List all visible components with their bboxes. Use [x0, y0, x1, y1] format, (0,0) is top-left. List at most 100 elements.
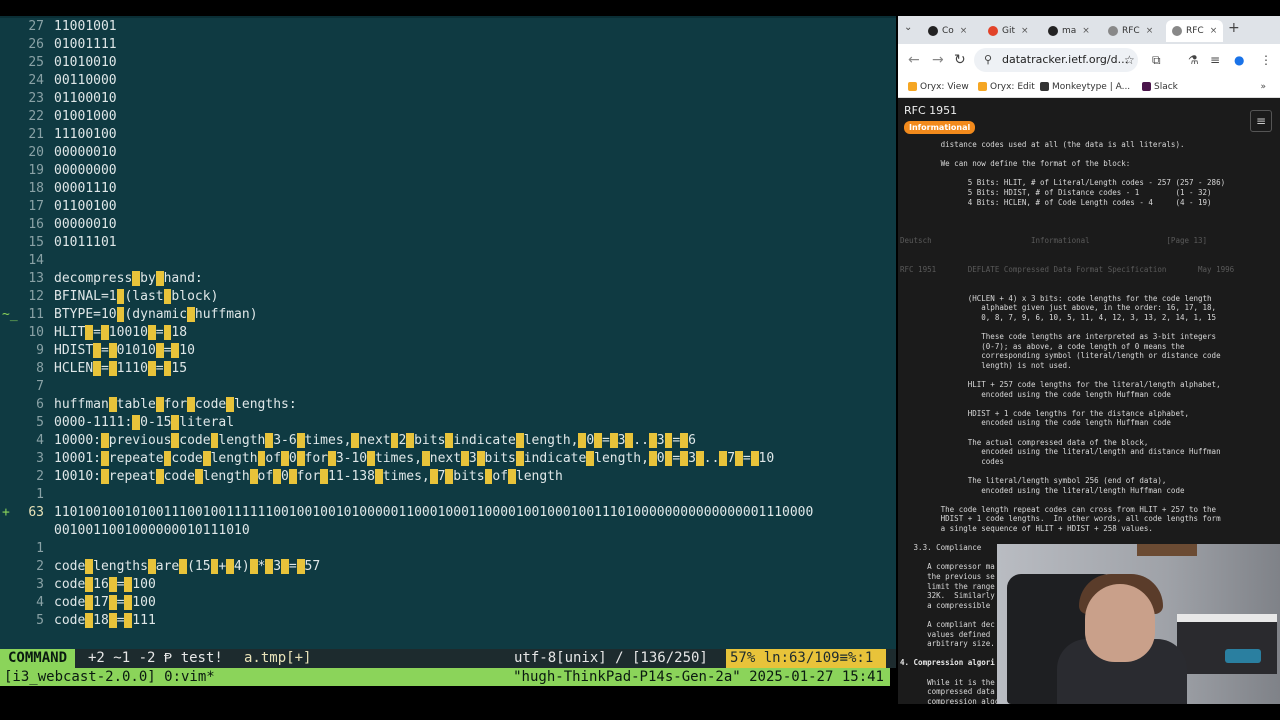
rfc-line: RFC 1951 DEFLATE Compressed Data Format …	[900, 264, 1235, 274]
line-number: 25	[28, 55, 44, 70]
tab-close-icon[interactable]: ×	[1146, 26, 1154, 36]
tab-close-icon[interactable]: ×	[960, 26, 968, 36]
reload-icon[interactable]: ↻	[954, 52, 966, 68]
line-number: 6	[36, 397, 44, 412]
vim-line[interactable]: 12 BFINAL=1 (last block)	[0, 288, 896, 306]
vim-line[interactable]: 17 01100100	[0, 198, 896, 216]
bookmark-item[interactable]: Oryx: View	[908, 76, 969, 98]
rfc-line: encoded using the code length Huffman co…	[900, 418, 1171, 428]
browser-tab[interactable]: Co ×	[928, 20, 967, 42]
vim-editor[interactable]: 27 11001001 26 01001111 25 01010010 24 00110000…	[0, 16, 896, 668]
vim-line[interactable]: 10 HLIT = 10010 = 18	[0, 324, 896, 342]
vim-line[interactable]: 4 code 17 = 100	[0, 594, 896, 612]
browser-tab[interactable]: RFC ×	[1108, 20, 1153, 42]
vim-line[interactable]: 25 01010010	[0, 54, 896, 72]
tab-close-icon[interactable]: ×	[1082, 26, 1090, 36]
line-text: 01001111	[54, 37, 117, 52]
vim-line[interactable]: 8 HCLEN = 1110 = 15	[0, 360, 896, 378]
line-number: 14	[28, 253, 44, 268]
back-icon[interactable]: ←	[908, 52, 920, 68]
vim-line[interactable]: 6 huffman table for code lengths:	[0, 396, 896, 414]
line-text: huffman table for code lengths:	[54, 397, 297, 412]
rfc-line: distance codes used at all (the data is …	[900, 140, 1185, 149]
vim-line[interactable]: 14	[0, 252, 896, 270]
media-icon[interactable]: ≡	[1210, 53, 1220, 67]
vim-line[interactable]: 13 decompress by hand:	[0, 270, 896, 288]
rfc-line: A compliant dec	[900, 620, 995, 629]
rfc-line: HDIST + 1 code lengths for the distance …	[900, 408, 1189, 418]
vim-line[interactable]: 0010011001000000010111010	[0, 522, 896, 540]
bookmark-label: Monkeytype | A...	[1052, 82, 1131, 92]
vim-line[interactable]: 1	[0, 540, 896, 558]
vim-line[interactable]: 21 11100100	[0, 126, 896, 144]
rfc-line: compression algori	[900, 696, 1009, 704]
vim-line[interactable]: 5 0000-1111: 0-15 literal	[0, 414, 896, 432]
vim-line[interactable]: 20 00000010	[0, 144, 896, 162]
more-bookmarks-icon[interactable]: »	[1260, 76, 1266, 98]
bookmark-item[interactable]: Slack	[1142, 76, 1178, 98]
git-sign: ~_	[2, 307, 18, 322]
bookmark-label: Slack	[1154, 82, 1178, 92]
lab-icon[interactable]: ⚗	[1188, 53, 1199, 67]
vim-line[interactable]: 2 code lengths are (15 + 4) * 3 = 57	[0, 558, 896, 576]
line-text: code 17 = 100	[54, 595, 156, 610]
vim-line[interactable]: 15 01011101	[0, 234, 896, 252]
address-bar[interactable]: datatracker.ietf.org/d...	[974, 48, 1138, 72]
vim-line[interactable]: 9 HDIST = 01010 = 10	[0, 342, 896, 360]
webcam-stool	[1225, 649, 1261, 663]
vim-line[interactable]: 23 01100010	[0, 90, 896, 108]
i3-status-bar: [i3_webcast-2.0.0] 0:vim* "hugh-ThinkPad…	[0, 668, 890, 686]
webcam-piano	[1177, 614, 1277, 674]
git-sign: +	[2, 505, 10, 520]
vim-line[interactable]: 2 10010: repeat code length of 0 for 11-1…	[0, 468, 896, 486]
bookmark-item[interactable]: Oryx: Edit	[978, 76, 1035, 98]
vim-line[interactable]: 16 00000010	[0, 216, 896, 234]
vim-line[interactable]: 3 code 16 = 100	[0, 576, 896, 594]
browser-tab[interactable]: Git ×	[988, 20, 1029, 42]
browser-tab[interactable]: ma ×	[1048, 20, 1090, 42]
rfc-line: arbitrary size.	[900, 639, 995, 649]
profile-icon[interactable]: ●	[1234, 53, 1244, 67]
i3-workspace[interactable]: [i3_webcast-2.0.0] 0:vim*	[4, 668, 215, 686]
browser-toolbar: ← → ↻ datatracker.ietf.org/d... ⚲ ☆ ⧉ ⚗ …	[898, 44, 1280, 76]
vim-line[interactable]: 19 00000000	[0, 162, 896, 180]
tab-favicon-icon	[1048, 25, 1058, 36]
vim-line[interactable]: 18 00001110	[0, 180, 896, 198]
line-number: 7	[36, 379, 44, 394]
vim-line[interactable]: +63 1101001001010011100100111111001001001…	[0, 504, 896, 522]
tab-label: RFC	[1122, 26, 1140, 36]
bookmark-item[interactable]: Monkeytype | A...	[1040, 76, 1130, 98]
vim-line[interactable]: 27 11001001	[0, 18, 896, 36]
hamburger-menu-icon[interactable]: ≡	[1250, 110, 1272, 132]
extensions-icon[interactable]: ⧉	[1152, 53, 1161, 68]
forward-icon[interactable]: →	[932, 52, 944, 68]
vim-line[interactable]: 4 10000: previous code length 3-6 times, …	[0, 432, 896, 450]
rfc-line: 0, 8, 7, 9, 6, 10, 5, 11, 4, 12, 3, 13, …	[900, 312, 1217, 322]
vim-line[interactable]: 24 00110000	[0, 72, 896, 90]
vim-line[interactable]: 1	[0, 486, 896, 504]
rfc-line: 4 Bits: HCLEN, # of Code Length codes - …	[900, 197, 1212, 207]
vim-line[interactable]: 3 10001: repeate code length of 0 for 3-1…	[0, 450, 896, 468]
tab-close-icon[interactable]: ×	[1210, 26, 1218, 36]
vim-line[interactable]: ~_ 11 BTYPE=10 (dynamic huffman)	[0, 306, 896, 324]
line-number: 4	[36, 433, 44, 448]
vim-line[interactable]: 22 01001000	[0, 108, 896, 126]
line-text: 10010: repeat code length of 0 for 11-13…	[54, 469, 563, 484]
file-encoding: utf-8[unix] / [136/250]	[514, 650, 708, 666]
browser-menu-icon[interactable]: ⋮	[1260, 53, 1272, 67]
tab-search-icon[interactable]: ⌄	[904, 22, 912, 33]
bookmark-star-icon[interactable]: ☆	[1124, 53, 1135, 67]
line-number: 23	[28, 91, 44, 106]
tab-close-icon[interactable]: ×	[1021, 26, 1029, 36]
browser-tab[interactable]: RFC ×	[1166, 20, 1224, 42]
vim-line[interactable]: 5 code 18 = 111	[0, 612, 896, 630]
site-info-icon[interactable]: ⚲	[984, 53, 992, 66]
rfc-line: 5 Bits: HLIT, # of Literal/Length codes …	[900, 178, 1226, 188]
new-tab-icon[interactable]: +	[1228, 20, 1240, 36]
vim-line[interactable]: 26 01001111	[0, 36, 896, 54]
vim-line[interactable]: 7	[0, 378, 896, 396]
tab-strip: ⌄ Co × Git × ma × RFC × RFC × +	[898, 16, 1280, 44]
rfc-line: We can now define the format of the bloc…	[900, 159, 1131, 169]
cursor-position: 57% ln:63/109≡%:1	[726, 649, 886, 668]
line-text: 00001110	[54, 181, 117, 196]
